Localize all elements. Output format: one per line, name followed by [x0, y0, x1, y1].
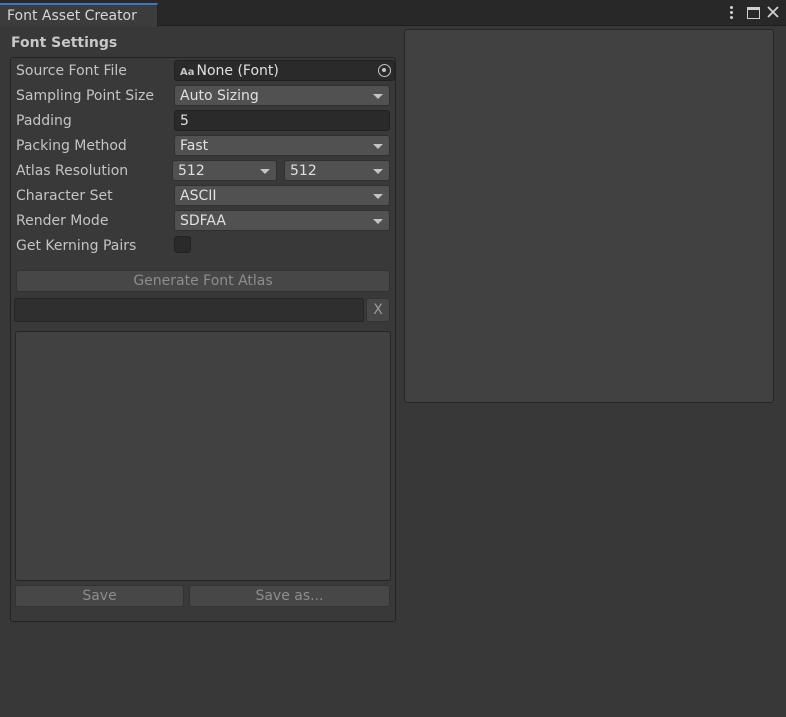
sampling-point-size-value: Auto Sizing [180, 88, 259, 104]
generate-font-atlas-button[interactable]: Generate Font Atlas [16, 270, 390, 292]
source-font-file-field[interactable]: Aa None (Font) [174, 60, 395, 81]
clear-button[interactable]: X [366, 298, 390, 322]
sampling-point-size-dropdown[interactable]: Auto Sizing [174, 85, 390, 106]
get-kerning-pairs-label: Get Kerning Pairs [16, 238, 137, 254]
atlas-width-value: 512 [178, 163, 205, 179]
chevron-down-icon [260, 169, 270, 174]
source-font-file-label: Source Font File [16, 63, 127, 79]
save-as-button[interactable]: Save as... [189, 585, 390, 607]
character-set-label: Character Set [16, 188, 113, 204]
save-button[interactable]: Save [15, 585, 184, 607]
font-settings-title: Font Settings [11, 35, 118, 51]
padding-input[interactable]: 5 [174, 110, 390, 131]
chevron-down-icon [373, 194, 383, 199]
font-asset-creator-window: Font Asset Creator Font Settings Source … [0, 0, 786, 717]
atlas-height-value: 512 [290, 163, 317, 179]
atlas-height-dropdown[interactable]: 512 [284, 160, 390, 181]
tab-bar: Font Asset Creator [0, 0, 786, 27]
render-mode-dropdown[interactable]: SDFAA [174, 210, 390, 231]
source-font-file-value: None (Font) [196, 63, 279, 79]
generation-progress-bar [14, 298, 364, 322]
packing-method-label: Packing Method [16, 138, 127, 154]
tab-font-asset-creator[interactable]: Font Asset Creator [0, 3, 158, 27]
sampling-point-size-label: Sampling Point Size [16, 88, 154, 104]
font-icon: Aa [180, 67, 195, 78]
chevron-down-icon [373, 169, 383, 174]
get-kerning-pairs-checkbox[interactable] [174, 236, 191, 253]
chevron-down-icon [373, 219, 383, 224]
object-picker-icon[interactable] [378, 64, 391, 77]
maximize-icon[interactable] [747, 7, 760, 19]
chevron-down-icon [373, 144, 383, 149]
atlas-width-dropdown[interactable]: 512 [172, 160, 277, 181]
atlas-resolution-label: Atlas Resolution [16, 163, 129, 179]
padding-label: Padding [16, 113, 72, 129]
close-icon[interactable] [766, 5, 780, 21]
output-info-area[interactable] [15, 331, 391, 581]
atlas-preview-panel [404, 29, 774, 403]
render-mode-value: SDFAA [180, 213, 226, 229]
more-options-icon[interactable] [726, 5, 736, 21]
packing-method-value: Fast [180, 138, 209, 154]
render-mode-label: Render Mode [16, 213, 109, 229]
chevron-down-icon [373, 94, 383, 99]
packing-method-dropdown[interactable]: Fast [174, 135, 390, 156]
character-set-dropdown[interactable]: ASCII [174, 185, 390, 206]
character-set-value: ASCII [180, 188, 217, 204]
